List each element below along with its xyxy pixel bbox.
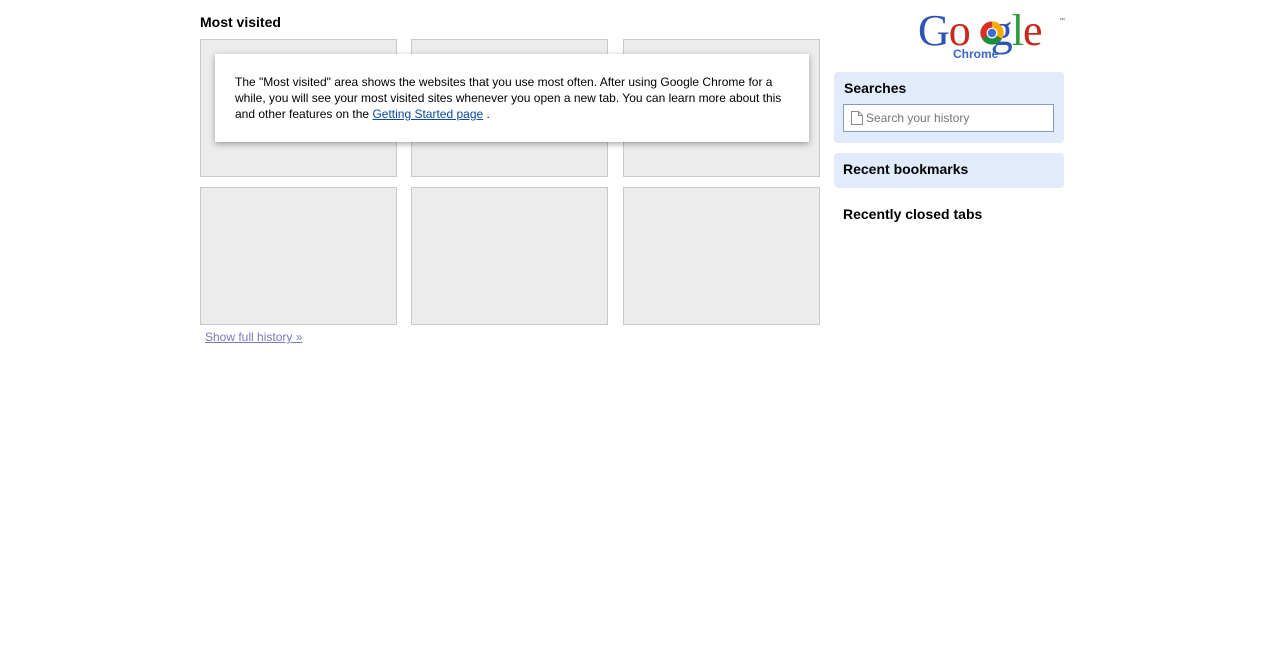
notice-suffix: . bbox=[483, 107, 490, 121]
chrome-logo-icon bbox=[980, 21, 1004, 45]
searches-title: Searches bbox=[844, 80, 907, 96]
document-icon bbox=[851, 111, 863, 125]
history-search-box[interactable] bbox=[843, 104, 1054, 132]
most-visited-heading: Most visited bbox=[200, 14, 281, 30]
most-visited-notice: The "Most visited" area shows the websit… bbox=[215, 54, 809, 142]
history-search-input[interactable] bbox=[866, 109, 1049, 127]
recent-bookmarks-panel[interactable]: Recent bookmarks bbox=[834, 153, 1064, 188]
recent-bookmarks-title[interactable]: Recent bookmarks bbox=[843, 161, 968, 177]
most-visited-thumbnail[interactable] bbox=[411, 187, 608, 325]
google-chrome-logo: Google Chrome ™ bbox=[918, 6, 1066, 64]
logo-letter: l bbox=[1011, 6, 1024, 55]
getting-started-link[interactable]: Getting Started page bbox=[372, 107, 483, 121]
trademark: ™ bbox=[1059, 18, 1065, 24]
most-visited-thumbnail[interactable] bbox=[200, 187, 397, 325]
most-visited-thumbnail[interactable] bbox=[623, 187, 820, 325]
logo-letter: e bbox=[1023, 6, 1043, 55]
notice-text: The "Most visited" area shows the websit… bbox=[235, 75, 782, 121]
recently-closed-tabs-title: Recently closed tabs bbox=[843, 206, 983, 222]
show-full-history-link[interactable]: Show full history » bbox=[205, 330, 302, 344]
new-tab-page: Most visited The "Most visited" area sho… bbox=[0, 0, 1264, 650]
logo-subtitle: Chrome bbox=[953, 47, 999, 61]
logo-letter: G bbox=[918, 6, 950, 55]
searches-panel: Searches bbox=[834, 72, 1064, 143]
